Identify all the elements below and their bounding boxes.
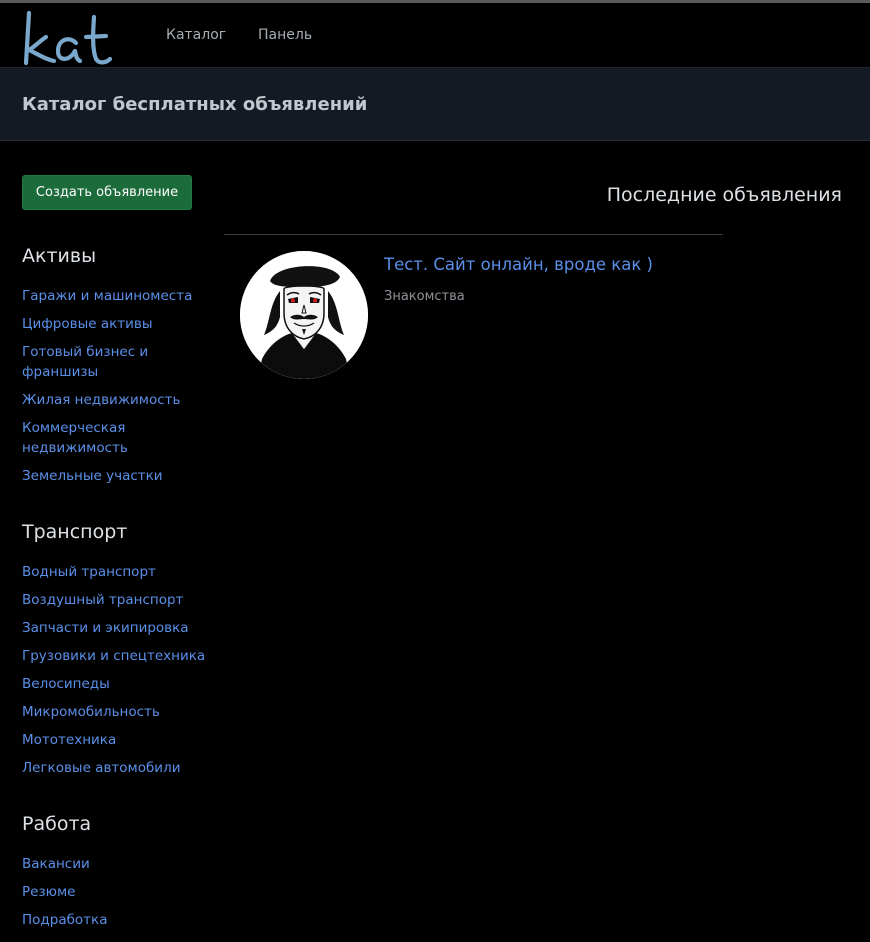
listing-category: Знакомства — [384, 289, 465, 304]
sidebar-item-trucks[interactable]: Грузовики и спецтехника — [22, 646, 222, 666]
top-navbar: Каталог Панель — [0, 3, 870, 67]
sidebar-item-vacancies[interactable]: Вакансии — [22, 854, 202, 874]
sidebar-item-bicycles[interactable]: Велосипеды — [22, 674, 202, 694]
sidebar-item-garages[interactable]: Гаражи и машиноместа — [22, 286, 202, 306]
latest-listings-title: Последние объявления — [606, 184, 842, 206]
page-banner: Каталог бесплатных объявлений — [0, 67, 870, 141]
sidebar-section-title-work: Работа — [22, 813, 92, 835]
sidebar-section-title-transport: Транспорт — [22, 521, 128, 543]
sidebar-item-cars[interactable]: Легковые автомобили — [22, 758, 202, 778]
page-title: Каталог бесплатных объявлений — [22, 94, 368, 115]
nav-panel-link[interactable]: Панель — [258, 27, 312, 43]
create-listing-button[interactable]: Создать объявление — [22, 175, 192, 210]
sidebar-item-micromobility[interactable]: Микромобильность — [22, 702, 202, 722]
sidebar-item-part-time[interactable]: Подработка — [22, 910, 202, 930]
sidebar-item-digital-assets[interactable]: Цифровые активы — [22, 314, 202, 334]
sidebar-item-air-transport[interactable]: Воздушный транспорт — [22, 590, 202, 610]
nav-catalog-link[interactable]: Каталог — [166, 27, 226, 43]
sidebar-item-land[interactable]: Земельные участки — [22, 466, 202, 486]
sidebar-item-motorcycles[interactable]: Мототехника — [22, 730, 202, 750]
sidebar-item-residential[interactable]: Жилая недвижимость — [22, 390, 202, 410]
sidebar-item-ready-business[interactable]: Готовый бизнес и франшизы — [22, 342, 172, 382]
sidebar-section-title-assets: Активы — [22, 245, 97, 267]
sidebar-item-water-transport[interactable]: Водный транспорт — [22, 562, 202, 582]
sidebar-item-parts[interactable]: Запчасти и экипировка — [22, 618, 202, 638]
sidebar-item-resume[interactable]: Резюме — [22, 882, 202, 902]
site-logo[interactable] — [20, 7, 126, 67]
listing-image[interactable] — [240, 251, 368, 379]
sidebar-item-commercial[interactable]: Коммерческая недвижимость — [22, 418, 152, 458]
divider — [224, 234, 723, 235]
listing-title-link[interactable]: Тест. Сайт онлайн, вроде как ) — [384, 255, 653, 274]
guy-fawkes-mask-avatar-icon — [240, 251, 368, 379]
kat-logo-icon — [23, 10, 113, 66]
